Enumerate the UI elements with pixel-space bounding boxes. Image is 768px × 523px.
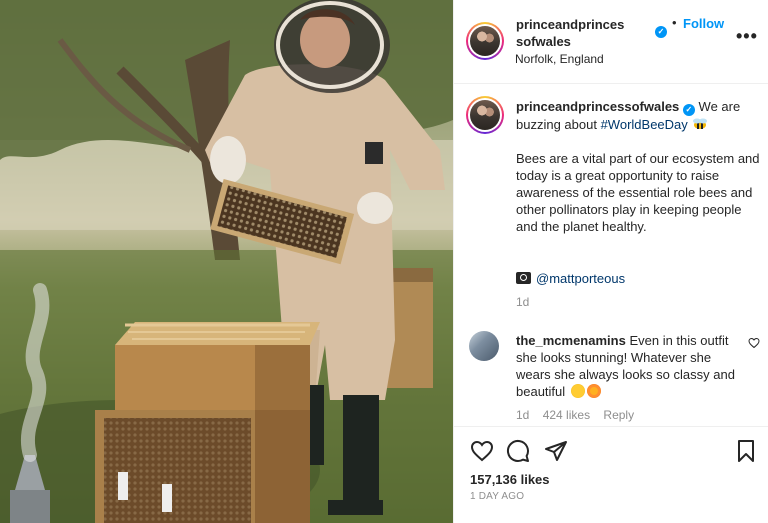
like-heart-icon[interactable]	[470, 439, 494, 463]
share-send-icon[interactable]	[544, 439, 568, 463]
commenter-avatar[interactable]	[469, 331, 499, 361]
comment-like-count[interactable]: 424 likes	[543, 408, 590, 422]
comment: the_mcmenamins Even in this outfit she l…	[516, 332, 738, 400]
post-panel: princeandprincessofwales ✓ • Follow Norf…	[453, 0, 768, 523]
author-avatar[interactable]	[466, 22, 504, 60]
post-location[interactable]: Norfolk, England	[515, 52, 604, 66]
verified-badge-icon: ✓	[655, 26, 667, 38]
caption-username[interactable]: princeandprincessofwales	[516, 99, 679, 114]
more-options-icon[interactable]: •••	[736, 26, 758, 47]
author-username[interactable]: princeandprincessofwales	[516, 16, 626, 50]
comment-timestamp[interactable]: 1d	[516, 408, 529, 422]
caption-paragraph: Bees are a vital part of our ecosystem a…	[516, 151, 760, 234]
photo-credit: @mattporteous	[516, 271, 625, 286]
post-caption: princeandprincessofwales ✓ We are buzzin…	[516, 98, 760, 252]
heart-eyes-emoji-icon	[586, 384, 601, 398]
comment-bubble-icon[interactable]	[506, 439, 530, 463]
separator-dot: •	[672, 15, 677, 30]
comment-meta: 1d 424 likes Reply	[516, 408, 644, 422]
post-header: princeandprincessofwales ✓ • Follow Norf…	[454, 0, 768, 84]
bee-emoji-icon	[693, 118, 708, 129]
caption-author-avatar[interactable]	[466, 96, 504, 134]
beekeeper-photo	[0, 0, 453, 523]
post-photo[interactable]	[0, 0, 453, 523]
post-timestamp[interactable]: 1 DAY AGO	[470, 491, 524, 502]
follow-button[interactable]: Follow	[683, 16, 724, 31]
verified-badge-icon: ✓	[682, 104, 695, 116]
caption-timestamp[interactable]: 1d	[516, 295, 529, 309]
credit-handle-link[interactable]: @mattporteous	[536, 271, 625, 286]
save-bookmark-icon[interactable]	[734, 439, 758, 463]
likes-count[interactable]: 157,136 likes	[470, 472, 550, 487]
reply-button[interactable]: Reply	[603, 408, 634, 422]
comment-like-heart-icon[interactable]	[748, 337, 760, 349]
hashtag-link[interactable]: #WorldBeeDay	[601, 117, 688, 132]
post-actions: 157,136 likes 1 DAY AGO	[454, 426, 768, 523]
pleading-face-emoji-icon	[570, 384, 585, 398]
camera-icon	[516, 272, 531, 284]
commenter-username[interactable]: the_mcmenamins	[516, 333, 626, 348]
